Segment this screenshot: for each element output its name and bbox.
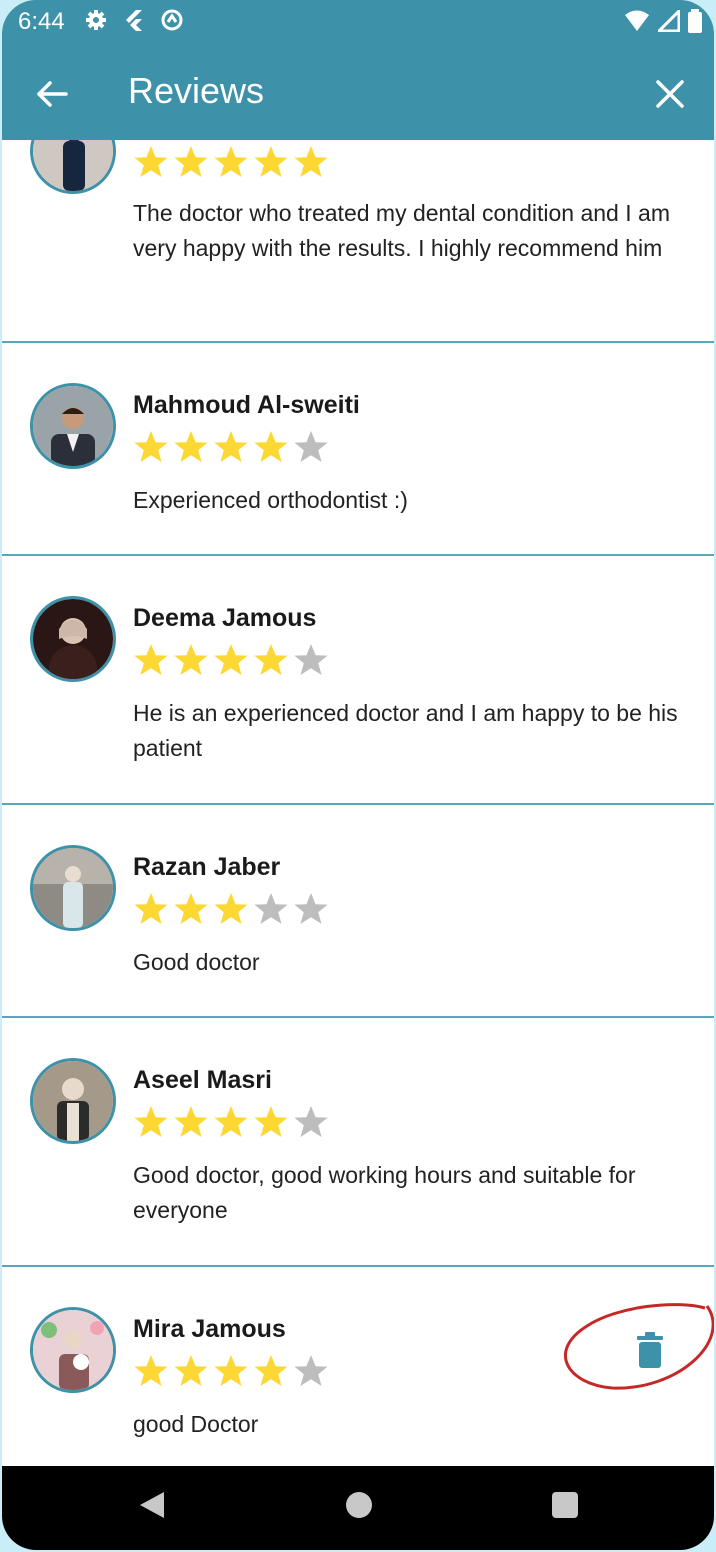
star-filled-icon [214, 1355, 248, 1386]
avatar [30, 140, 116, 194]
back-arrow-icon[interactable] [32, 74, 72, 114]
star-rating [133, 1353, 329, 1389]
star-filled-icon [134, 431, 168, 462]
star-filled-icon [174, 644, 208, 675]
star-empty-icon [294, 1106, 328, 1137]
avatar [30, 845, 116, 931]
status-bar: 6:44 [2, 0, 714, 44]
review-item: Mahmoud Al-sweiti Experienced orthodonti… [2, 343, 714, 556]
star-empty-icon [294, 893, 328, 924]
star-empty-icon [254, 893, 288, 924]
nav-back-icon[interactable] [138, 1490, 166, 1520]
star-empty-icon [294, 1355, 328, 1386]
review-comment: Good doctor, good working hours and suit… [133, 1162, 636, 1223]
flutter-icon [126, 10, 142, 31]
delete-review-area [557, 1296, 714, 1396]
star-empty-icon [294, 431, 328, 462]
star-filled-icon [174, 1106, 208, 1137]
review-comment: The doctor who treated my dental conditi… [133, 200, 670, 261]
signal-icon [658, 10, 680, 32]
wifi-icon [625, 10, 649, 31]
star-filled-icon [254, 1106, 288, 1137]
star-filled-icon [134, 1355, 168, 1386]
star-filled-icon [134, 644, 168, 675]
star-filled-icon [174, 1355, 208, 1386]
review-comment: He is an experienced doctor and I am hap… [133, 700, 678, 761]
star-rating [133, 144, 329, 180]
status-time: 6:44 [18, 8, 65, 35]
star-filled-icon [134, 893, 168, 924]
app-bar: Reviews [2, 44, 714, 140]
star-filled-icon [174, 893, 208, 924]
status-icons-right [624, 9, 702, 33]
trash-icon[interactable] [635, 1332, 665, 1368]
review-item: Razan Jaber Good doctor [2, 805, 714, 1018]
reviewer-name: Deema Jamous [133, 604, 317, 632]
star-filled-icon [254, 146, 288, 177]
data-saver-icon [161, 9, 183, 31]
star-filled-icon [214, 893, 248, 924]
star-filled-icon [134, 1106, 168, 1137]
star-filled-icon [254, 1355, 288, 1386]
star-filled-icon [214, 146, 248, 177]
review-item: The doctor who treated my dental conditi… [2, 140, 714, 343]
nav-home-icon[interactable] [346, 1492, 372, 1518]
star-filled-icon [134, 146, 168, 177]
avatar [30, 383, 116, 469]
star-filled-icon [294, 146, 328, 177]
star-filled-icon [174, 431, 208, 462]
settings-icon [86, 10, 106, 30]
reviewer-name: Aseel Masri [133, 1066, 272, 1094]
star-empty-icon [294, 644, 328, 675]
status-icons-left [84, 8, 184, 32]
avatar [30, 1058, 116, 1144]
reviewer-name: Razan Jaber [133, 853, 281, 881]
review-list[interactable]: The doctor who treated my dental conditi… [2, 140, 714, 1466]
review-comment: Good doctor [133, 949, 260, 975]
star-rating [133, 642, 329, 678]
review-item: Aseel Masri Good doctor, good working ho… [2, 1018, 714, 1267]
star-rating [133, 1104, 329, 1140]
phone-screen: 6:44 Reviews The doctor who treated my d… [2, 0, 714, 1550]
page-title: Reviews [128, 70, 265, 111]
star-rating [133, 891, 329, 927]
close-icon[interactable] [652, 76, 688, 112]
avatar [30, 596, 116, 682]
battery-icon [688, 9, 702, 33]
star-filled-icon [254, 431, 288, 462]
star-filled-icon [214, 644, 248, 675]
reviewer-name: Mahmoud Al-sweiti [133, 391, 360, 419]
avatar [30, 1307, 116, 1393]
review-item: Deema Jamous He is an experienced doctor… [2, 556, 714, 805]
star-filled-icon [174, 146, 208, 177]
star-filled-icon [254, 644, 288, 675]
star-rating [133, 429, 329, 465]
review-comment: Experienced orthodontist :) [133, 487, 408, 513]
system-nav-bar [2, 1466, 714, 1550]
nav-recents-icon[interactable] [552, 1492, 578, 1518]
star-filled-icon [214, 431, 248, 462]
reviewer-name: Mira Jamous [133, 1315, 286, 1343]
star-filled-icon [214, 1106, 248, 1137]
review-comment: good Doctor [133, 1411, 259, 1437]
